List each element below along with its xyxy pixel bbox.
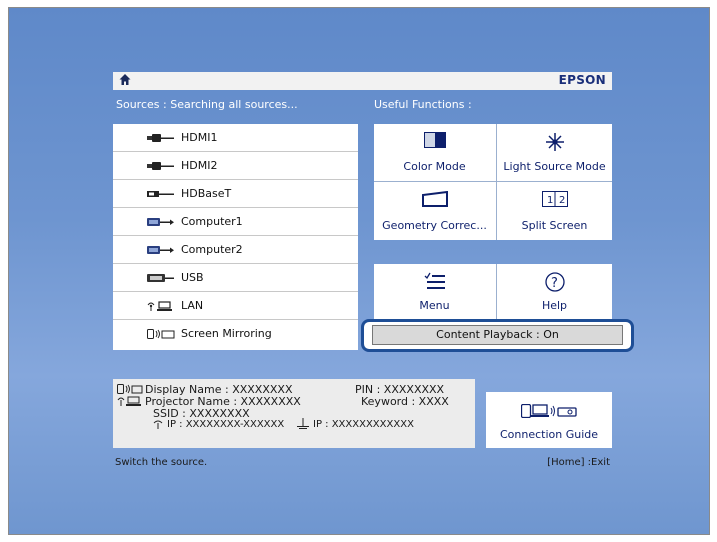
hdmi-icon bbox=[147, 161, 175, 171]
source-item-hdbaset[interactable]: HDBaseT bbox=[113, 180, 358, 208]
menu-icon bbox=[424, 272, 446, 290]
svg-text:?: ? bbox=[551, 276, 558, 291]
top-bar: EPSON bbox=[113, 72, 612, 90]
screen-mirroring-icon bbox=[147, 329, 175, 339]
functions-grid-top: Color Mode Light Source Mode Geometry Co… bbox=[374, 124, 612, 240]
wired-lan-icon bbox=[297, 418, 309, 429]
source-label: HDBaseT bbox=[181, 187, 232, 200]
usb-icon bbox=[147, 273, 175, 283]
content-playback-button[interactable]: Content Playback : On bbox=[372, 325, 623, 345]
sources-header: Sources : Searching all sources... bbox=[116, 98, 298, 111]
menu-label: Menu bbox=[419, 299, 450, 312]
svg-text:1: 1 bbox=[547, 195, 553, 206]
hdmi-icon bbox=[147, 133, 175, 143]
geometry-correction-button[interactable]: Geometry Correc... bbox=[374, 183, 495, 240]
light-source-mode-button[interactable]: Light Source Mode bbox=[497, 124, 612, 181]
home-icon[interactable] bbox=[119, 73, 131, 86]
source-label: USB bbox=[181, 271, 204, 284]
status-hint: Switch the source. bbox=[115, 457, 208, 468]
exit-hint: [Home] :Exit bbox=[547, 457, 610, 468]
brand-logo: EPSON bbox=[558, 73, 606, 87]
source-item-hdmi2[interactable]: HDMI2 bbox=[113, 152, 358, 180]
source-item-computer2[interactable]: Computer2 bbox=[113, 236, 358, 264]
sources-list: HDMI1 HDMI2 HDBaseT Computer1 Computer2 … bbox=[113, 124, 358, 350]
keyword: Keyword : XXXX bbox=[361, 395, 449, 408]
computer-icon bbox=[147, 245, 175, 255]
grid-divider bbox=[496, 264, 497, 320]
source-label: HDMI1 bbox=[181, 131, 218, 144]
wireless-ip: IP : XXXXXXXX-XXXXXX bbox=[167, 419, 285, 430]
help-label: Help bbox=[541, 299, 568, 312]
split-screen-button[interactable]: 12 Split Screen bbox=[497, 183, 612, 240]
grid-divider bbox=[374, 181, 612, 182]
connection-guide-button[interactable]: Connection Guide bbox=[486, 392, 612, 448]
source-label: LAN bbox=[181, 299, 204, 312]
connection-guide-icon bbox=[521, 404, 577, 418]
color-mode-button[interactable]: Color Mode bbox=[374, 124, 495, 181]
grid-divider bbox=[496, 124, 497, 240]
wireless-icon bbox=[153, 419, 163, 429]
source-label: HDMI2 bbox=[181, 159, 218, 172]
source-item-usb[interactable]: USB bbox=[113, 264, 358, 292]
geometry-correction-label: Geometry Correc... bbox=[382, 219, 487, 232]
geometry-icon bbox=[421, 191, 448, 207]
computer-icon bbox=[147, 217, 175, 227]
connection-guide-label: Connection Guide bbox=[499, 428, 599, 441]
help-button[interactable]: ? Help bbox=[497, 264, 612, 320]
hdbaset-icon bbox=[147, 189, 175, 199]
light-source-icon bbox=[545, 132, 565, 152]
split-screen-label: Split Screen bbox=[521, 219, 588, 232]
lan-icon bbox=[147, 301, 175, 311]
status-bar: Switch the source. [Home] :Exit bbox=[113, 457, 612, 472]
svg-text:2: 2 bbox=[559, 195, 565, 206]
split-screen-icon: 12 bbox=[541, 191, 568, 207]
source-item-screen-mirroring[interactable]: Screen Mirroring bbox=[113, 320, 358, 350]
source-label: Computer1 bbox=[181, 215, 243, 228]
menu-button[interactable]: Menu bbox=[374, 264, 495, 320]
source-item-lan[interactable]: LAN bbox=[113, 292, 358, 320]
help-icon: ? bbox=[544, 272, 565, 292]
light-source-mode-label: Light Source Mode bbox=[503, 160, 606, 173]
display-name-icon bbox=[117, 384, 143, 394]
wired-ip: IP : XXXXXXXXXXXX bbox=[313, 419, 414, 430]
color-mode-icon bbox=[423, 132, 446, 148]
source-label: Computer2 bbox=[181, 243, 243, 256]
source-label: Screen Mirroring bbox=[181, 327, 272, 340]
color-mode-label: Color Mode bbox=[403, 160, 466, 173]
source-item-computer1[interactable]: Computer1 bbox=[113, 208, 358, 236]
source-item-hdmi1[interactable]: HDMI1 bbox=[113, 124, 358, 152]
functions-grid-bottom: Menu ? Help bbox=[374, 264, 612, 320]
functions-header: Useful Functions : bbox=[374, 98, 472, 111]
network-info-panel: Display Name : XXXXXXXX Projector Name :… bbox=[113, 379, 475, 448]
projector-name-icon bbox=[117, 396, 143, 406]
